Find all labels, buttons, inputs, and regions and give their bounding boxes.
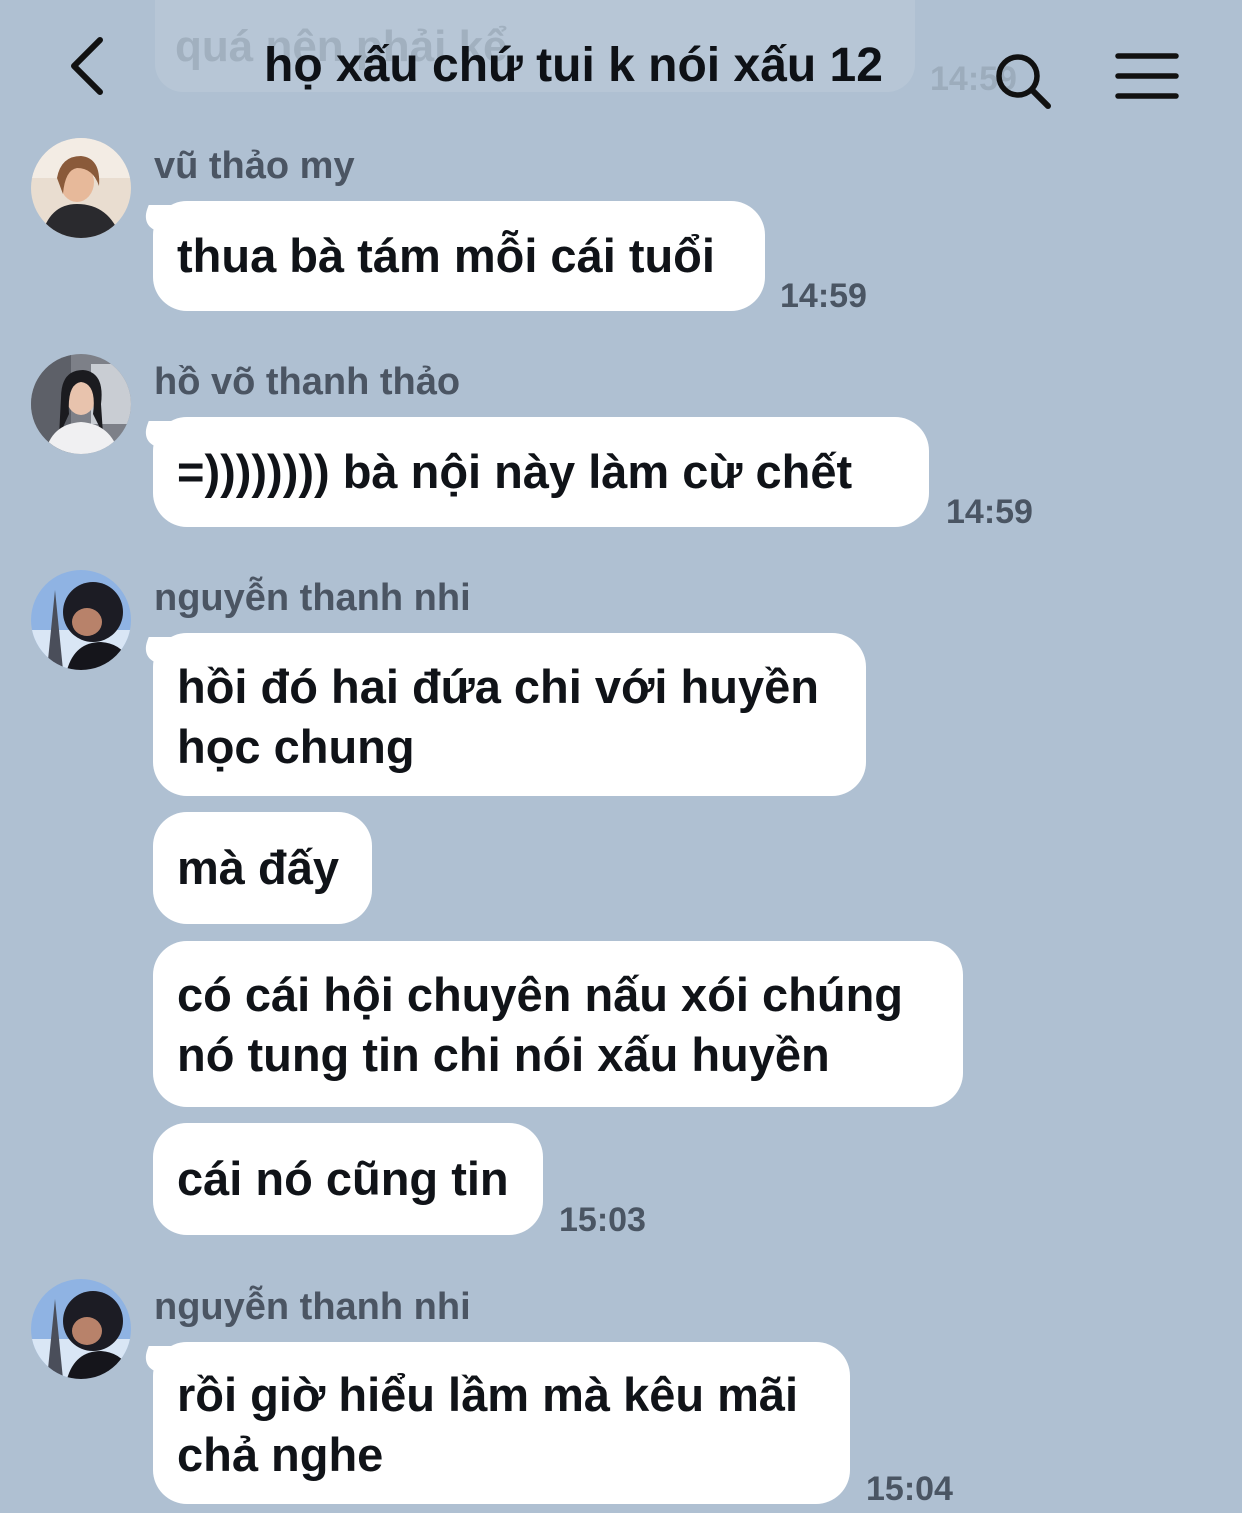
avatar[interactable]	[31, 354, 131, 454]
message-time: 14:59	[946, 493, 1033, 531]
message-time: 15:04	[866, 1470, 953, 1508]
message-time: 14:59	[780, 277, 867, 315]
message-bubble[interactable]: mà đấy	[153, 812, 372, 924]
sender-name: nguyễn thanh nhi	[154, 577, 471, 619]
message-bubble[interactable]: có cái hội chuyên nấu xói chúng nó tung …	[153, 941, 963, 1107]
back-button[interactable]	[60, 30, 120, 100]
message-bubble[interactable]: =)))))))) bà nội này làm cừ chết	[153, 417, 929, 527]
message-bubble[interactable]: hồi đó hai đứa chi với huyền học chung	[153, 633, 866, 796]
sender-name: nguyễn thanh nhi	[154, 1286, 471, 1328]
message-bubble[interactable]: thua bà tám mỗi cái tuổi	[153, 201, 765, 311]
message-text: =)))))))) bà nội này làm cừ chết	[177, 445, 853, 498]
message-text-line: rồi giờ hiểu lầm mà kêu mãi	[177, 1368, 799, 1421]
chevron-left-icon	[71, 37, 103, 95]
sender-name: hồ võ thanh thảo	[154, 361, 461, 403]
user-avatar-photo	[31, 354, 131, 454]
message-text-line: hồi đó hai đứa chi với huyền	[177, 660, 819, 713]
message-text-line: chả nghe	[177, 1428, 384, 1481]
message-bubble[interactable]: cái nó cũng tin	[153, 1123, 543, 1235]
hamburger-menu-icon	[1115, 53, 1179, 99]
message-text: thua bà tám mỗi cái tuổi	[177, 229, 715, 282]
avatar[interactable]	[31, 570, 131, 670]
message-text-line: nó tung tin chi nói xấu huyền	[177, 1028, 830, 1081]
avatar[interactable]	[31, 1279, 131, 1379]
message-text-line: có cái hội chuyên nấu xói chúng	[177, 968, 903, 1021]
chat-header: họ xấu chứ tui k nói xấu 12	[0, 0, 1242, 130]
menu-button[interactable]	[1112, 46, 1182, 106]
sender-name: vũ thảo my	[154, 145, 355, 187]
chat-title: họ xấu chứ tui k nói xấu 12	[264, 39, 883, 92]
message-text: mà đấy	[177, 841, 339, 894]
message-text: cái nó cũng tin	[177, 1152, 509, 1205]
search-icon	[996, 54, 1051, 109]
user-avatar-photo	[31, 1279, 131, 1379]
message-text-line: học chung	[177, 720, 415, 773]
message-time: 15:03	[559, 1201, 646, 1239]
avatar[interactable]	[31, 138, 131, 238]
search-button[interactable]	[990, 48, 1060, 118]
user-avatar-photo	[31, 570, 131, 670]
user-avatar-photo	[31, 138, 131, 238]
message-bubble[interactable]: rồi giờ hiểu lầm mà kêu mãi chả nghe	[153, 1342, 850, 1504]
